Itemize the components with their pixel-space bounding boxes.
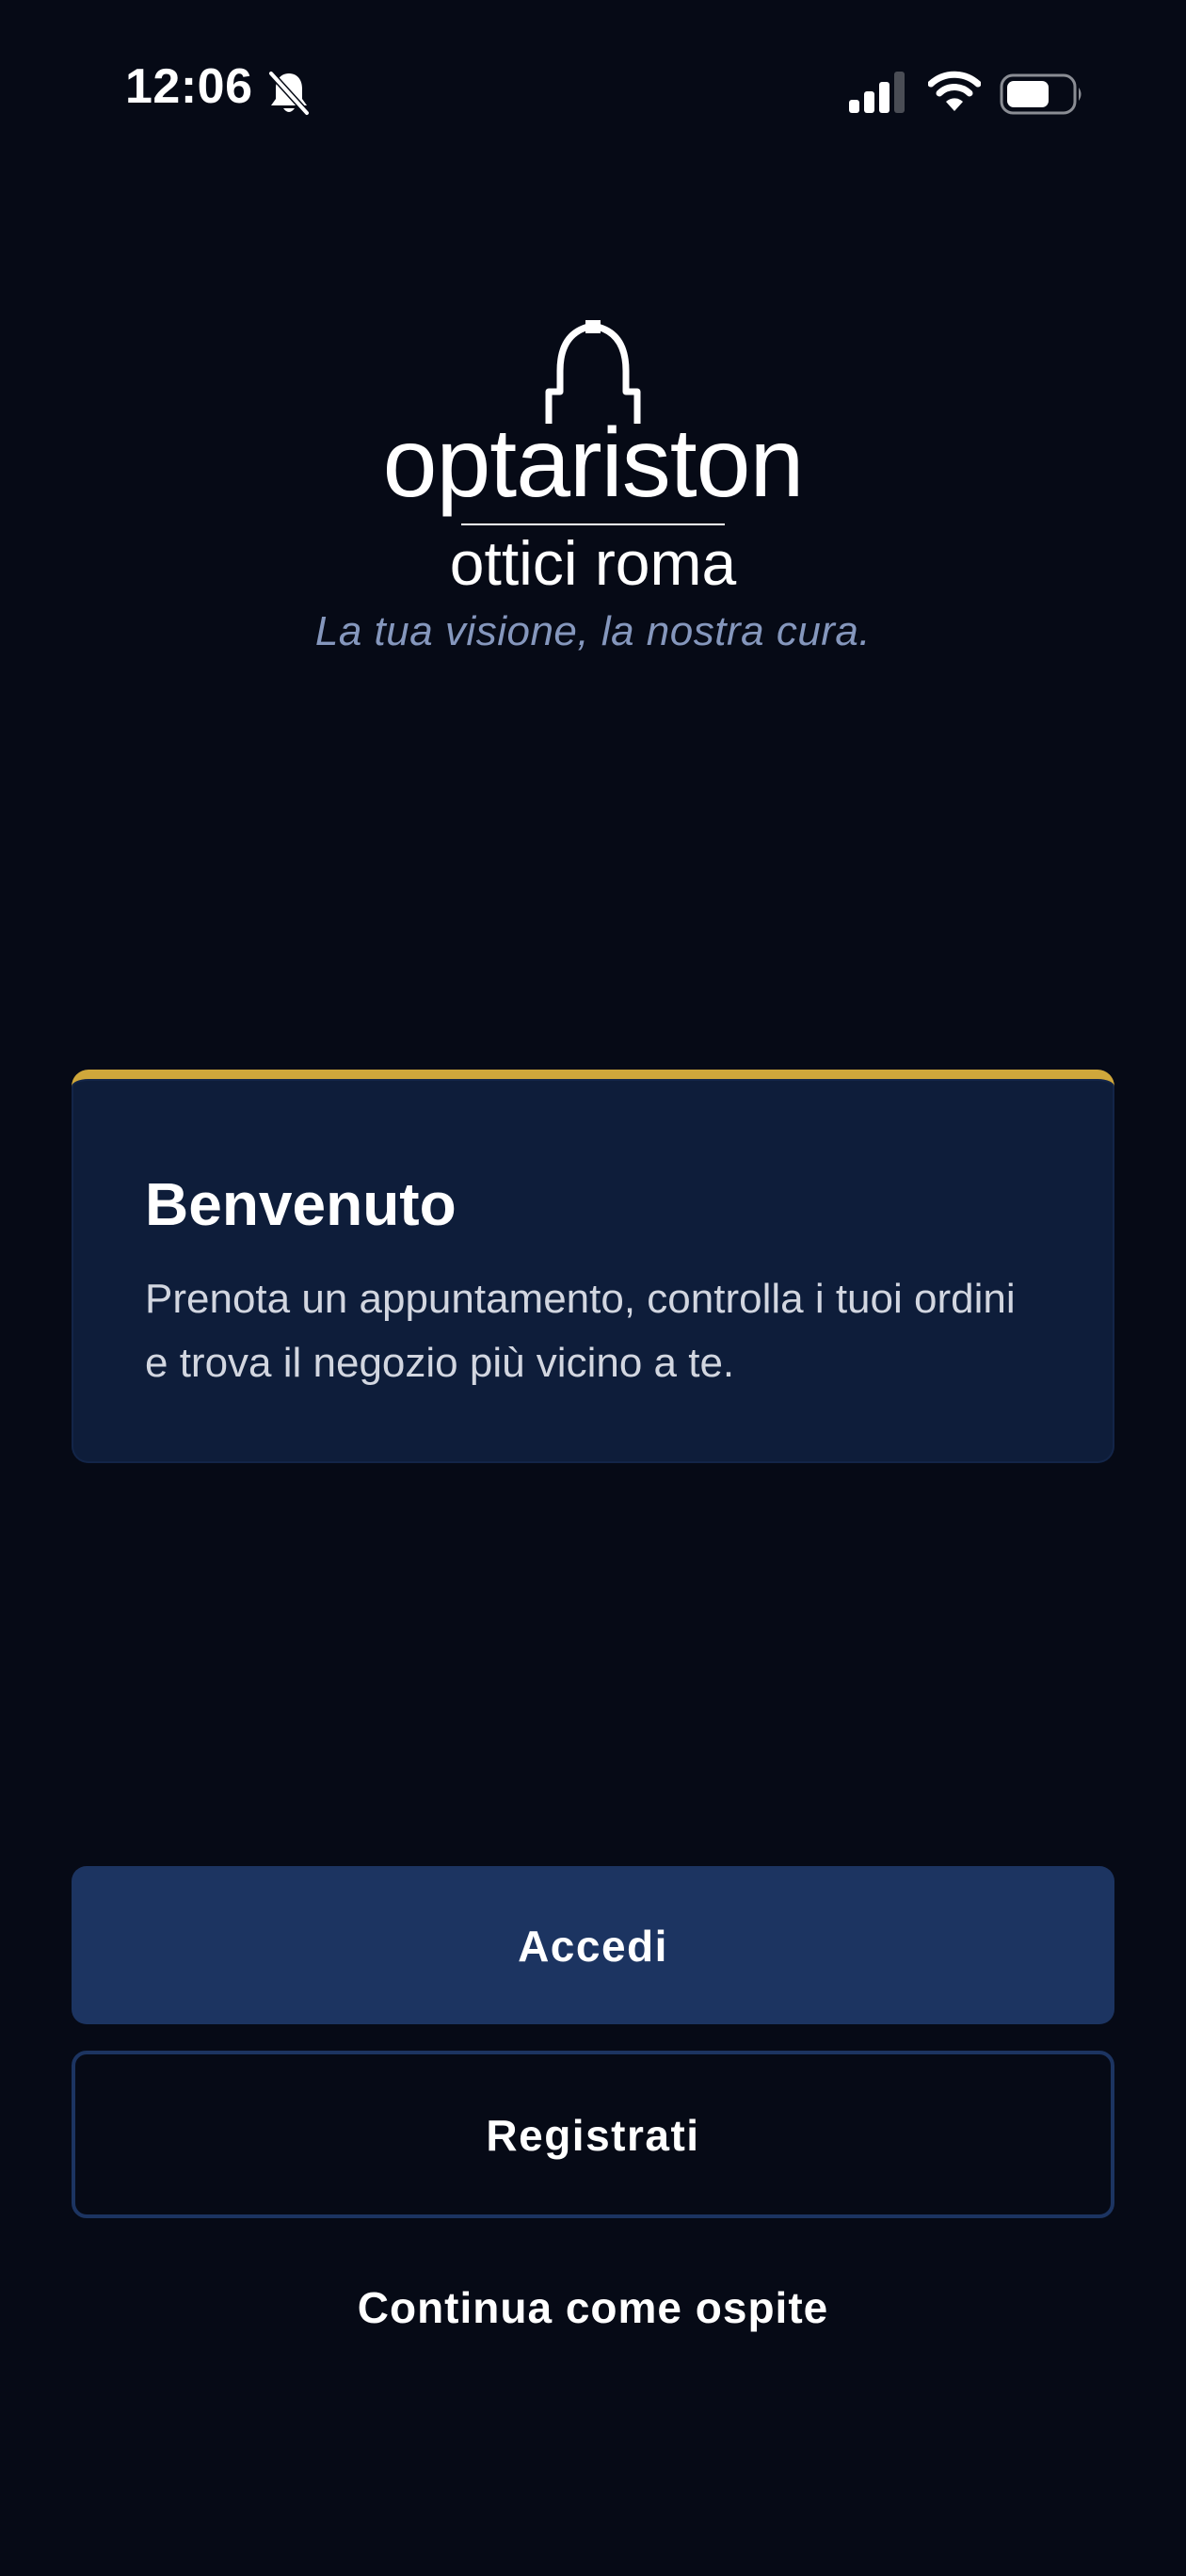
login-button[interactable]: Accedi <box>72 1866 1114 2024</box>
welcome-card: Benvenuto Prenota un appuntamento, contr… <box>72 1070 1114 1463</box>
bell-slash-icon <box>267 70 311 117</box>
cellular-signal-icon <box>849 72 905 113</box>
tagline: La tua visione, la nostra cura. <box>314 608 872 654</box>
battery-icon <box>1000 73 1082 115</box>
brand-logo: optariston ottici roma <box>339 320 847 603</box>
logo-divider <box>461 523 725 525</box>
wifi-icon <box>928 71 981 111</box>
status-bar: 12:06 <box>0 0 1186 188</box>
welcome-text: Prenota un appuntamento, controlla i tuo… <box>145 1276 1016 1386</box>
status-time: 12:06 <box>125 59 253 114</box>
continue-as-guest-link[interactable]: Continua come ospite <box>0 2282 1186 2333</box>
welcome-title: Benvenuto <box>145 1170 457 1238</box>
logo-wordmark: optariston <box>382 409 805 518</box>
logo-subtitle: ottici roma <box>449 528 737 598</box>
register-button[interactable]: Registrati <box>72 2051 1114 2218</box>
